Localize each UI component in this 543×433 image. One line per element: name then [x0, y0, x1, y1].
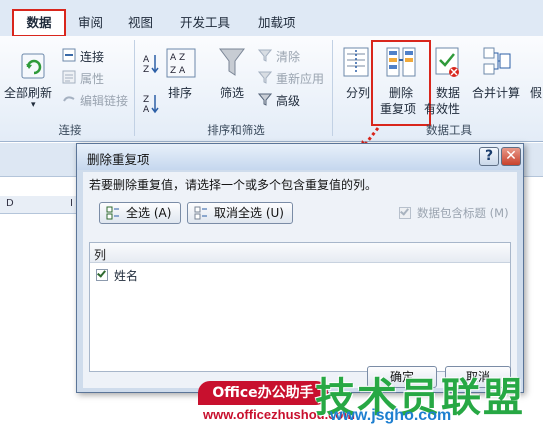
select-all-label: 全选 (A)	[126, 206, 172, 220]
tab-data[interactable]: 数据	[12, 9, 66, 37]
reapply-button[interactable]: 重新应用	[276, 70, 324, 87]
tab-review[interactable]: 审阅	[78, 13, 103, 33]
worksheet-grid[interactable]	[0, 214, 80, 433]
columns-list-header-label: 列	[94, 248, 107, 262]
properties-button[interactable]: 属性	[80, 70, 104, 87]
dialog-instruction: 若要删除重复值，请选择一个或多个包含重复值的列。	[89, 178, 378, 192]
sort-za-icon[interactable]: ZA	[142, 92, 160, 114]
dialog-title-bar[interactable]: 删除重复项 ? ✕	[77, 144, 523, 170]
svg-text:Z A: Z A	[170, 66, 186, 76]
svg-text:A: A	[143, 105, 150, 114]
unselect-all-label: 取消全选 (U)	[214, 206, 284, 220]
consolidate-icon[interactable]	[482, 46, 512, 80]
svg-text:A: A	[143, 55, 150, 65]
watermark-badge: Office办公助手	[198, 381, 328, 405]
consolidate-button[interactable]: 合并计算	[472, 84, 520, 101]
dialog-body: 若要删除重复值，请选择一个或多个包含重复值的列。 全选 (A) 取消全选 (U)…	[83, 172, 517, 388]
columns-list[interactable]: 列 姓名	[89, 242, 511, 372]
properties-icon	[62, 70, 76, 84]
svg-text:A Z: A Z	[170, 53, 185, 63]
watermark-site: www.jsgho.com	[330, 407, 452, 424]
data-validation-label-2[interactable]: 有效性	[424, 100, 460, 117]
tab-view[interactable]: 视图	[128, 13, 153, 33]
edit-links-button[interactable]: 编辑链接	[80, 92, 128, 109]
column-header-i[interactable]: I	[70, 198, 73, 209]
tab-addins[interactable]: 加载项	[258, 13, 296, 33]
column-header-row: D I	[0, 196, 80, 214]
ribbon-separator	[332, 40, 333, 136]
unselect-all-button[interactable]: 取消全选 (U)	[187, 202, 293, 224]
ribbon-separator	[134, 40, 135, 136]
ribbon-tab-bar: 数据 审阅 视图 开发工具 加载项	[0, 0, 543, 37]
data-validation-label-1[interactable]: 数据	[436, 84, 460, 101]
clear-button[interactable]: 清除	[276, 48, 300, 65]
remove-duplicates-dialog: 删除重复项 ? ✕ 若要删除重复值，请选择一个或多个包含重复值的列。 全选 (A…	[76, 143, 524, 393]
advanced-filter-icon	[258, 93, 272, 106]
remove-duplicates-label-1[interactable]: 删除	[389, 84, 413, 101]
dialog-title: 删除重复项	[87, 152, 150, 167]
data-validation-icon[interactable]	[434, 46, 462, 80]
refresh-all-button[interactable]: 全部刷新	[4, 84, 52, 101]
remove-duplicates-icon[interactable]	[386, 46, 416, 80]
remove-duplicates-label-2[interactable]: 重复项	[380, 100, 416, 117]
sort-az-icon[interactable]: AZ	[142, 52, 160, 74]
column-label-name: 姓名	[114, 269, 139, 283]
refresh-all-icon[interactable]	[20, 52, 48, 80]
close-button[interactable]: ✕	[501, 147, 521, 166]
edit-links-icon	[63, 96, 75, 102]
filter-icon[interactable]	[218, 46, 246, 80]
column-checkbox-name[interactable]	[96, 268, 108, 281]
advanced-button[interactable]: 高级	[276, 92, 300, 109]
connections-icon	[62, 48, 76, 62]
text-to-columns-button[interactable]: 分列	[346, 84, 370, 101]
chevron-down-icon[interactable]: ▾	[31, 100, 36, 110]
sort-dialog-icon[interactable]: A Z Z A	[166, 48, 196, 78]
group-label-sort-filter: 排序和筛选	[207, 123, 265, 137]
unselect-all-icon	[194, 206, 207, 220]
select-all-icon	[106, 206, 119, 220]
select-all-button[interactable]: 全选 (A)	[99, 202, 181, 224]
svg-text:Z: Z	[143, 95, 149, 105]
what-if-button[interactable]: 假	[530, 84, 542, 101]
clear-filter-icon	[258, 49, 272, 62]
column-header-d[interactable]: D	[6, 198, 14, 209]
tab-developer[interactable]: 开发工具	[180, 13, 230, 33]
group-label-data-tools: 数据工具	[426, 123, 472, 137]
filter-button[interactable]: 筛选	[220, 84, 244, 101]
reapply-icon	[258, 71, 272, 84]
text-to-columns-icon[interactable]	[342, 46, 370, 80]
sort-button[interactable]: 排序	[168, 84, 192, 101]
help-button[interactable]: ?	[479, 147, 499, 166]
connections-button[interactable]: 连接	[80, 48, 104, 65]
group-label-connections: 连接	[58, 123, 82, 137]
has-headers-checkbox[interactable]	[399, 206, 411, 219]
svg-text:Z: Z	[143, 65, 149, 74]
has-headers-label: 数据包含标题 (M)	[417, 206, 509, 220]
ribbon: 全部刷新 ▾ 连接 属性 编辑链接 连接 AZ ZA A ZZ A 排序 筛选 …	[0, 36, 543, 142]
columns-list-header: 列	[90, 243, 510, 263]
